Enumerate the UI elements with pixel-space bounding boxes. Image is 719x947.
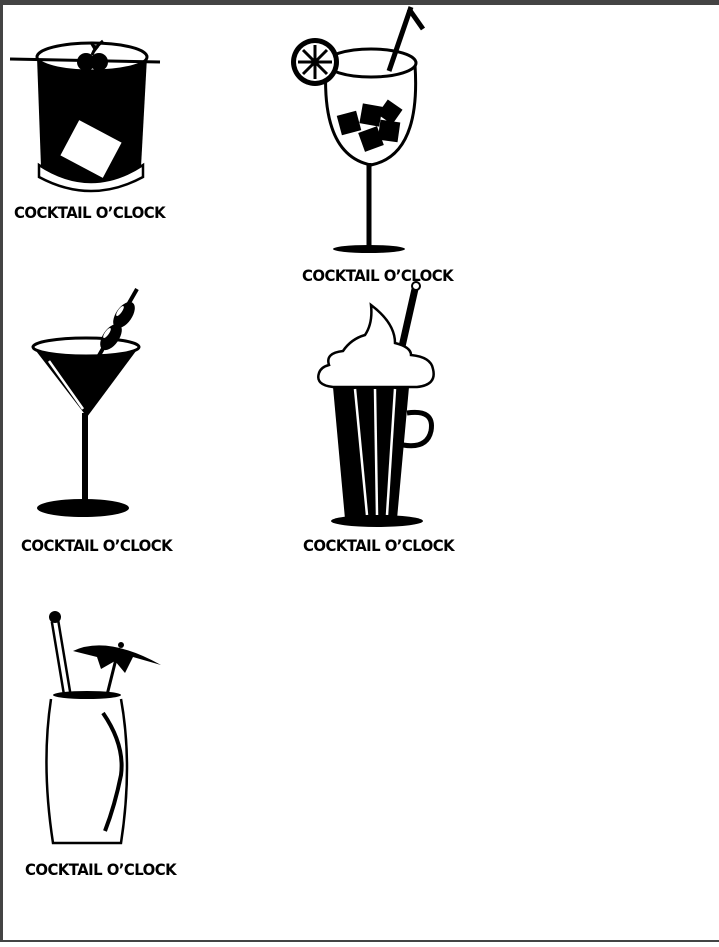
highball-umbrella-icon [45, 611, 161, 845]
cocktail-label: COCKTAIL O’CLOCK [25, 860, 177, 879]
artboard: COCKTAIL O’CLOCK COCKTAIL O’CLOCK COCKTA… [3, 5, 719, 940]
